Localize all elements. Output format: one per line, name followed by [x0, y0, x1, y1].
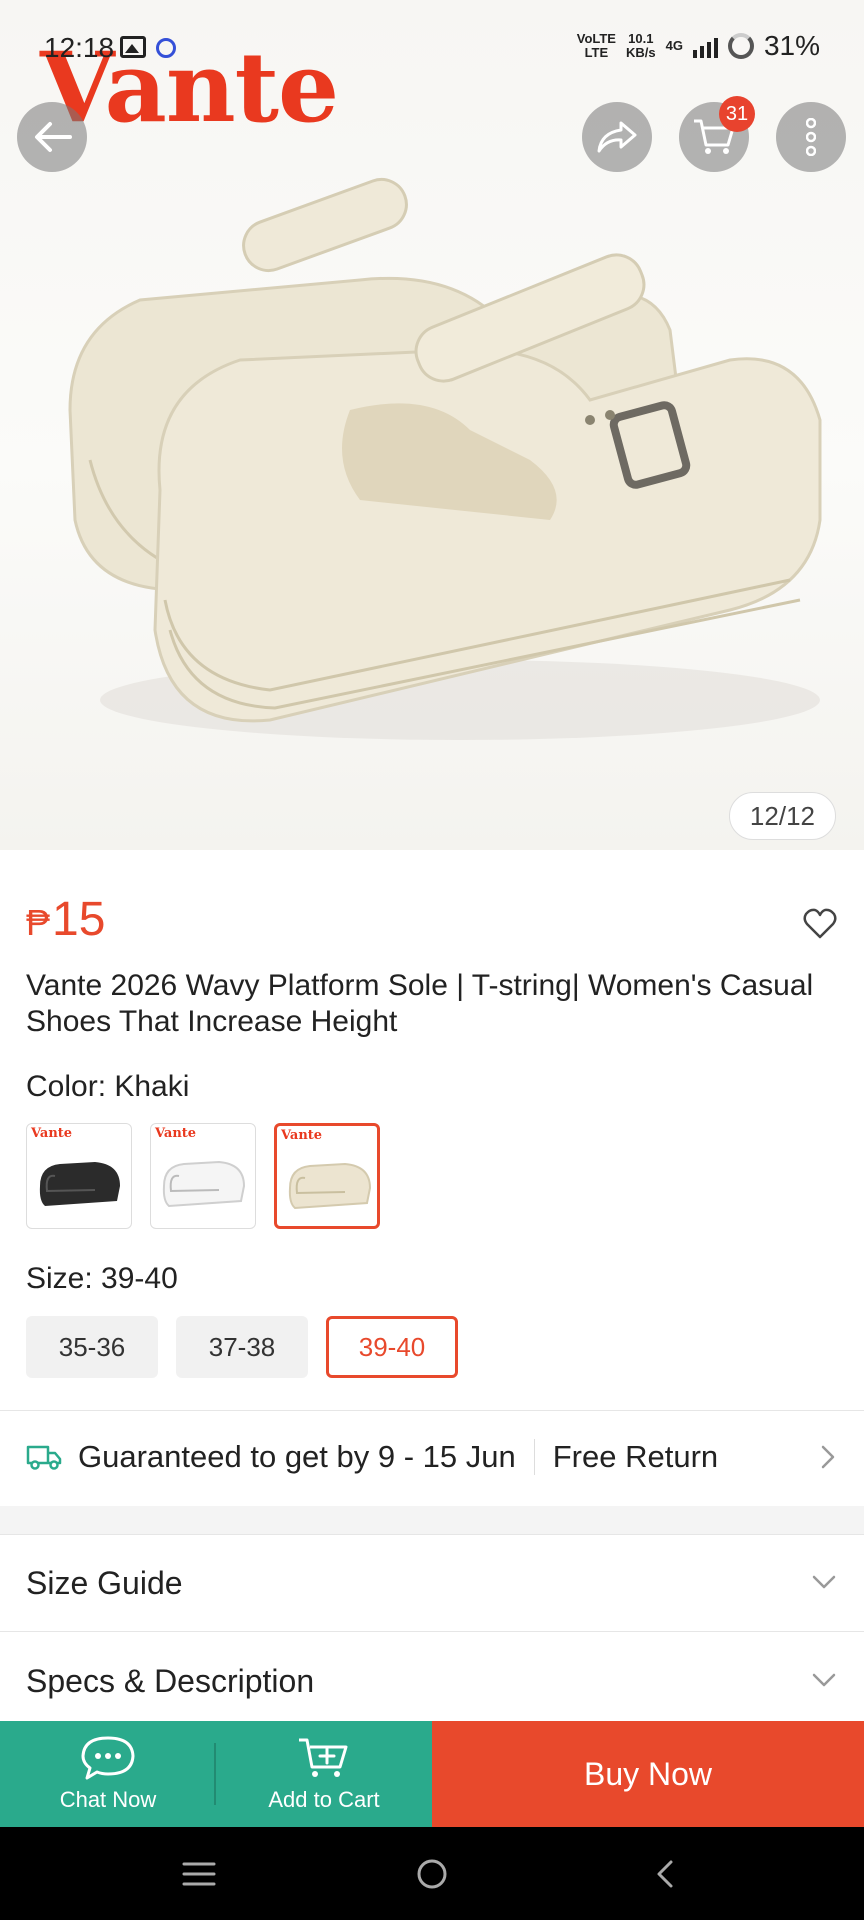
cellular-type: 4G — [665, 38, 683, 53]
cart-button[interactable]: 31 — [679, 96, 755, 172]
bottom-action-bar: Chat Now Add to Cart Buy Now — [0, 1721, 864, 1827]
free-return: Free Return — [552, 1439, 719, 1474]
system-back-button[interactable] — [605, 1827, 725, 1920]
chevron-down-icon — [812, 1575, 836, 1589]
specs-description-row[interactable]: Specs & Description — [0, 1633, 864, 1731]
app-notification-icon — [156, 38, 176, 58]
system-navigation-bar — [0, 1827, 864, 1920]
price-value: 15 — [52, 893, 106, 946]
product-image — [68, 177, 822, 740]
chat-now-label: Chat Now — [59, 1787, 157, 1812]
section-gap — [0, 1506, 864, 1534]
back-button[interactable] — [17, 102, 87, 172]
size-option[interactable]: 35-36 — [26, 1316, 158, 1378]
gallery-notification-icon — [120, 36, 146, 58]
recent-apps-button[interactable] — [139, 1827, 259, 1920]
swatch-shoe-image — [162, 1160, 246, 1208]
separator — [214, 1743, 216, 1805]
image-counter: 12/12 — [728, 792, 836, 840]
swatch-shoe-image — [288, 1162, 372, 1210]
battery-icon — [727, 33, 754, 59]
chat-now-button[interactable]: Chat Now — [0, 1721, 216, 1827]
volte-indicator: VoLTE LTE — [576, 31, 616, 60]
cart-count-badge: 31 — [719, 96, 755, 132]
share-button[interactable] — [582, 102, 652, 172]
delivery-guarantee: Guaranteed to get by 9 - 15 Jun — [78, 1439, 516, 1474]
divider — [0, 1410, 864, 1411]
color-swatches: Vante Vante Vante — [26, 1123, 380, 1229]
separator — [533, 1439, 535, 1475]
price: ₱ 15 — [26, 892, 105, 947]
size-option[interactable]: 37-38 — [176, 1316, 308, 1378]
color-swatch-khaki[interactable]: Vante — [274, 1123, 380, 1229]
color-label: Color: Khaki — [26, 1070, 190, 1103]
product-image-gallery[interactable]: Vante 12:18 VoLTE LTE 10.1 KB/s 4G 31% 3… — [0, 0, 864, 850]
chat-icon — [81, 1736, 135, 1780]
add-to-cart-label: Add to Cart — [268, 1787, 380, 1812]
home-circle-icon — [417, 1859, 447, 1888]
share-icon — [597, 121, 637, 153]
buy-now-button[interactable]: Buy Now — [432, 1721, 864, 1827]
menu-icon — [182, 1862, 216, 1885]
network-speed: 10.1 KB/s — [625, 31, 656, 60]
size-guide-label: Size Guide — [26, 1564, 183, 1601]
chevron-right-icon — [821, 1445, 835, 1469]
more-vertical-icon — [806, 118, 816, 156]
truck-icon — [26, 1445, 62, 1470]
status-bar: 12:18 VoLTE LTE 10.1 KB/s 4G 31% — [0, 0, 864, 100]
color-swatch-black[interactable]: Vante — [26, 1123, 132, 1229]
size-options: 35-36 37-38 39-40 — [26, 1316, 458, 1378]
more-options-button[interactable] — [776, 102, 846, 172]
color-swatch-white[interactable]: Vante — [150, 1123, 256, 1229]
chevron-left-icon — [657, 1860, 673, 1887]
cart-plus-icon — [299, 1738, 348, 1777]
size-option-selected[interactable]: 39-40 — [326, 1316, 458, 1378]
home-button[interactable] — [372, 1827, 492, 1920]
size-label: Size: 39-40 — [26, 1262, 178, 1295]
currency-symbol: ₱ — [26, 902, 51, 943]
product-title: Vante 2026 Wavy Platform Sole | T-string… — [26, 969, 814, 1038]
signal-icon — [692, 34, 718, 58]
chevron-down-icon — [812, 1673, 836, 1687]
heart-icon[interactable] — [802, 906, 838, 942]
action-left-group: Chat Now Add to Cart — [0, 1721, 432, 1827]
delivery-row[interactable]: Guaranteed to get by 9 - 15 Jun Free Ret… — [0, 1412, 864, 1502]
add-to-cart-button[interactable]: Add to Cart — [216, 1721, 432, 1827]
specs-description-label: Specs & Description — [26, 1663, 315, 1699]
size-guide-row[interactable]: Size Guide — [0, 1534, 864, 1632]
battery-level: 31% — [763, 30, 820, 61]
swatch-shoe-image — [39, 1162, 120, 1206]
arrow-left-icon — [35, 122, 72, 152]
status-time: 12:18 — [44, 32, 115, 63]
